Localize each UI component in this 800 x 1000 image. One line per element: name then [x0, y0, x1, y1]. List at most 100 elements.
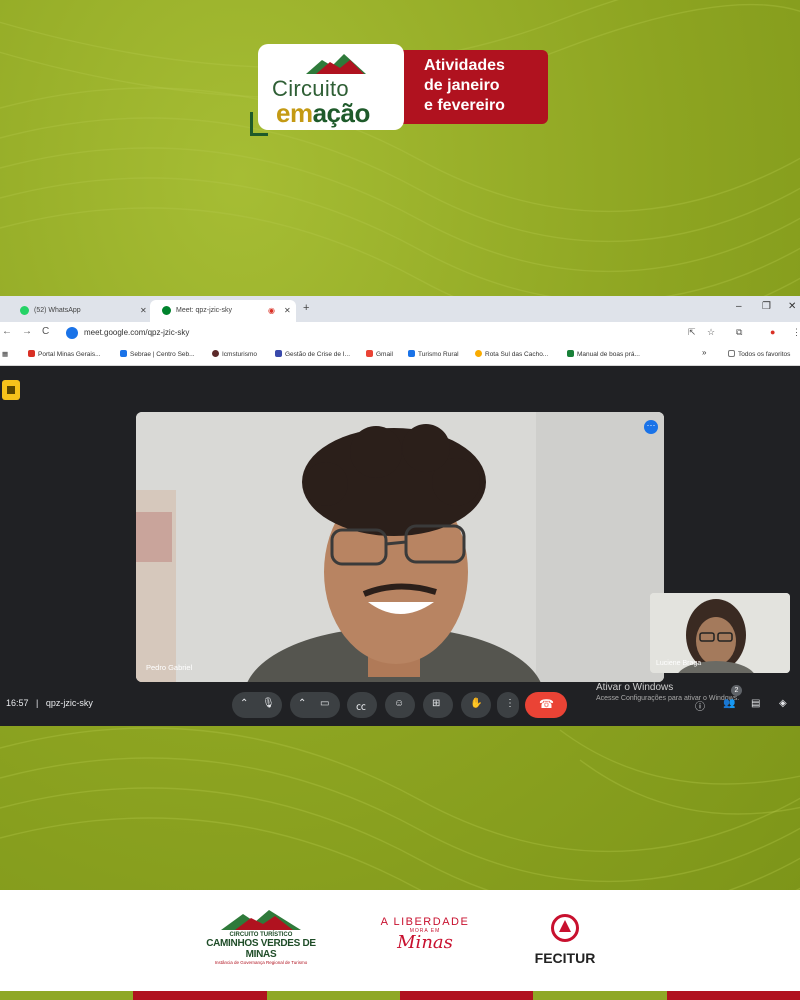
bookmark-gmail[interactable]: Gmail — [366, 350, 393, 358]
meeting-info-badge[interactable] — [2, 380, 20, 400]
banner-line-1: Atividades — [424, 57, 505, 74]
camera-icon[interactable]: ▭ — [320, 698, 329, 709]
tab-whatsapp[interactable]: (52) WhatsApp ✕ — [0, 300, 150, 322]
tab-meet[interactable]: Meet: qpz-jzic-sky ◉ ✕ — [150, 300, 296, 322]
people-icon[interactable]: 👥 — [723, 698, 735, 709]
stripe-segment — [399, 991, 534, 1000]
bookmark-label: Icmsturismo — [222, 351, 258, 358]
chevron-up-icon[interactable]: ⌃ — [298, 698, 306, 709]
close-tab-icon[interactable]: ✕ — [284, 306, 291, 315]
self-view-video: Luciene Braga — [650, 593, 790, 673]
main-participant-video: ··· Pedro Gabriel — [136, 412, 664, 682]
more-options-icon: ⋮ — [505, 698, 515, 709]
microphone-icon[interactable]: 🎙 — [262, 698, 275, 709]
more-bookmarks-icon[interactable]: » — [702, 348, 706, 357]
meeting-time: 16:57 — [6, 698, 29, 708]
all-favorites-folder[interactable]: Todos os favoritos — [728, 350, 790, 358]
all-favorites-label: Todos os favoritos — [738, 351, 791, 358]
chat-icon[interactable]: ▤ — [751, 698, 760, 709]
extensions-icon[interactable]: ⧉ — [736, 327, 742, 338]
circuito-turistico-logo: CIRCUITO TURÍSTICO CAMINHOS VERDES DE MI… — [204, 910, 318, 965]
people-count-badge: 2 — [731, 685, 742, 696]
browser-window: (52) WhatsApp ✕ Meet: qpz-jzic-sky ◉ ✕ +… — [0, 296, 800, 726]
watermark-subtitle: Acesse Configurações para ativar o Windo… — [596, 695, 740, 702]
minimize-icon[interactable]: – — [736, 301, 742, 312]
bookmark-sebrae[interactable]: Sebrae | Centro Seb... — [120, 350, 195, 358]
bookmark-favicon — [28, 350, 35, 357]
mountains-logo-icon — [221, 910, 301, 930]
meeting-code: qpz-jzic-sky — [45, 698, 93, 708]
circuito-line-2: CAMINHOS VERDES DE MINAS — [206, 938, 316, 960]
meeting-details-icon[interactable]: ⓘ — [695, 698, 705, 713]
site-info-icon[interactable] — [66, 327, 78, 339]
color-stripe — [0, 991, 800, 1000]
meet-call-area: ··· Pedro Gabriel Luciene Braga 16:57 | … — [0, 366, 800, 726]
apps-grid-icon[interactable]: ▦ — [2, 350, 8, 358]
main-participant-name: Pedro Gabriel — [146, 663, 193, 672]
captions-icon: ㏄ — [356, 702, 366, 713]
browser-menu-icon[interactable]: ⋮ — [792, 327, 800, 338]
liberdade-minas-logo: A LIBERDADE MORA EM Minas — [370, 916, 480, 953]
chevron-up-icon[interactable]: ⌃ — [240, 698, 248, 709]
folder-icon — [728, 350, 735, 357]
end-call-button[interactable]: ☎ — [525, 692, 567, 718]
logo-acao: ação — [312, 98, 371, 128]
bookmark-manual[interactable]: Manual de boas prá... — [567, 350, 640, 358]
bookmark-rota-sul[interactable]: Rota Sul das Cacho... — [475, 350, 548, 358]
bookmark-favicon — [120, 350, 127, 357]
bookmark-favicon — [475, 350, 482, 357]
back-icon[interactable]: ← — [2, 326, 12, 337]
reload-icon[interactable]: C — [42, 326, 49, 337]
close-window-icon[interactable]: ✕ — [788, 301, 796, 312]
banner-line-3: e fevereiro — [424, 97, 505, 114]
recording-icon: ◉ — [268, 306, 275, 315]
stripe-segment — [266, 991, 400, 1000]
circuito-line-3: Instância de Governança Regional de Turi… — [214, 960, 308, 965]
close-tab-icon[interactable]: ✕ — [140, 306, 147, 315]
fecitur-emblem-icon — [551, 914, 579, 942]
fecitur-name: FECITUR — [534, 950, 596, 966]
hang-up-icon: ☎ — [539, 697, 554, 711]
liberdade-line-3: Minas — [397, 932, 453, 953]
restore-icon[interactable]: ❐ — [762, 301, 771, 312]
address-bar: ← → C meet.google.com/qpz-jzic-sky ⇱ ☆ ⧉… — [0, 322, 800, 344]
profile-avatar[interactable]: ● — [770, 327, 775, 337]
liberdade-line-1: A LIBERDADE — [380, 916, 470, 928]
gmail-icon — [366, 350, 373, 357]
bookmark-label: Turismo Rural — [418, 351, 459, 358]
emoji-icon: ☺ — [394, 698, 405, 709]
windows-activation-watermark: Ativar o Windows Acesse Configurações pa… — [596, 682, 739, 702]
present-screen-button[interactable]: ⊞ — [423, 692, 453, 718]
bookmark-label: Gestão de Crise de I... — [285, 351, 351, 358]
reactions-button[interactable]: ☺ — [385, 692, 415, 718]
stripe-segment — [0, 991, 134, 1000]
captions-button[interactable]: ㏄ — [347, 692, 377, 718]
bookmark-label: Manual de boas prá... — [577, 351, 640, 358]
bookmark-star-icon[interactable]: ☆ — [707, 327, 715, 338]
activities-icon[interactable]: ◈ — [779, 698, 787, 709]
bookmark-portal-minas[interactable]: Portal Minas Gerais... — [28, 350, 101, 358]
meeting-time-and-code: 16:57 | qpz-jzic-sky — [6, 698, 93, 708]
open-in-app-icon[interactable]: ⇱ — [688, 327, 696, 338]
bookmark-turismo-rural[interactable]: Turismo Rural — [408, 350, 459, 358]
more-options-button[interactable]: ⋮ — [497, 692, 519, 718]
new-tab-button[interactable]: + — [303, 302, 309, 314]
whatsapp-icon — [20, 306, 29, 315]
logo-em: em — [276, 98, 313, 128]
raise-hand-button[interactable]: ✋ — [461, 692, 491, 718]
fecitur-logo: FECITUR — [526, 914, 604, 966]
bookmark-favicon — [567, 350, 574, 357]
participant-options-icon[interactable]: ··· — [644, 420, 658, 434]
bookmark-favicon — [408, 350, 415, 357]
camera-control[interactable]: ⌃ ▭ — [290, 692, 340, 718]
stripe-segment — [533, 991, 667, 1000]
activities-banner: Atividades de janeiro e fevereiro — [398, 50, 548, 124]
microphone-control[interactable]: ⌃ 🎙 — [232, 692, 282, 718]
mountains-logo-icon — [306, 54, 366, 74]
bookmark-icmsturismo[interactable]: Icmsturismo — [212, 350, 257, 358]
bookmark-gestao-crise[interactable]: Gestão de Crise de I... — [275, 350, 350, 358]
forward-icon[interactable]: → — [22, 326, 32, 337]
bookmark-label: Gmail — [376, 351, 393, 358]
stripe-segment — [666, 991, 800, 1000]
hand-icon: ✋ — [470, 698, 483, 709]
